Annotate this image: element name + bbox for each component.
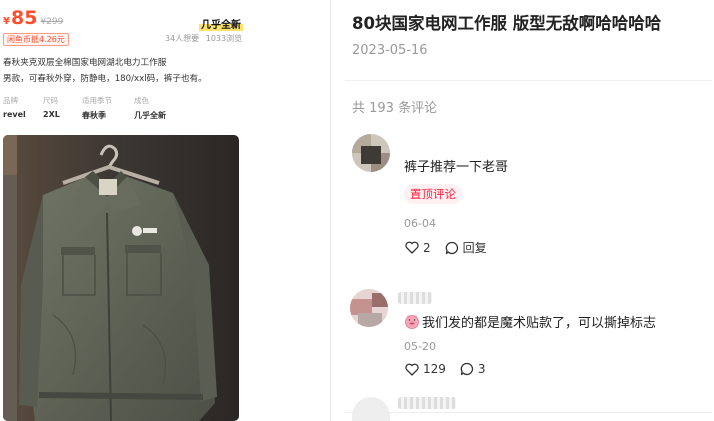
comment-bubble-icon: [460, 362, 473, 376]
attribute-row: 品牌 revel 尺码 2XL 适用季节 春秋季 成色 几乎全新: [3, 95, 243, 121]
like-button[interactable]: 2: [405, 241, 431, 255]
comment-date: 05-20: [404, 340, 436, 353]
post-title: 80块国家电网工作服 版型无敌啊哈哈哈哈: [352, 14, 662, 33]
comment-text-row: 我们发的都是魔术贴款了，可以撕掉标志: [404, 312, 656, 331]
like-count: 2: [423, 240, 431, 255]
attr-key: 适用季节: [82, 96, 112, 105]
reply-label: 回复: [462, 241, 487, 255]
comment-bubble-icon: [445, 241, 458, 254]
listing-desc-line2: 男款，可春秋外穿，防静电，180/xxl码，裤子也有。: [3, 74, 207, 84]
avatar-blurred-image: [350, 289, 388, 327]
attr-season: 适用季节 春秋季: [82, 95, 134, 121]
avatar-blurred-image: [352, 134, 390, 172]
attr-size: 尺码 2XL: [43, 95, 82, 121]
post-date: 2023-05-16: [352, 43, 428, 58]
divider: [345, 412, 712, 413]
listing-stats: 34人想要 1033浏览: [165, 33, 242, 44]
heart-icon: [405, 241, 419, 254]
panel-divider: [330, 0, 331, 421]
like-count: 129: [423, 362, 446, 376]
heart-icon: [405, 363, 419, 376]
comment-actions: 2 回复: [405, 239, 501, 256]
reply-count: 3: [477, 362, 486, 376]
attr-brand: 品牌 revel: [3, 95, 43, 121]
avatar[interactable]: [350, 289, 388, 327]
username-blurred[interactable]: [398, 292, 432, 304]
username-blurred[interactable]: [398, 397, 456, 409]
listing-panel: ¥ 85 ¥299 几乎全新 闲鱼币抵4.26元 34人想要 1033浏览 春秋…: [0, 0, 245, 421]
reply-button[interactable]: 3: [460, 362, 486, 376]
condition-label: 几乎全新: [199, 16, 243, 31]
attr-value: 春秋季: [82, 111, 106, 120]
comment-text: 我们发的都是魔术贴款了，可以撕掉标志: [422, 316, 657, 331]
comment-date: 06-04: [404, 217, 436, 230]
pig-emoji-icon: [405, 315, 419, 329]
avatar-partial[interactable]: [352, 397, 390, 421]
attr-key: 成色: [134, 96, 149, 105]
app-root: ¥ 85 ¥299 几乎全新 闲鱼币抵4.26元 34人想要 1033浏览 春秋…: [0, 0, 714, 421]
attr-value: 几乎全新: [134, 111, 166, 120]
listing-desc-line1: 春秋夹克双层全棉国家电网湖北电力工作服: [3, 58, 167, 68]
price: 85: [10, 7, 38, 29]
currency-symbol: ¥: [3, 16, 10, 27]
attr-key: 尺码: [43, 96, 58, 105]
price-row: ¥ 85 ¥299: [3, 8, 63, 28]
attr-value: revel: [3, 110, 26, 119]
jacket-illustration: [3, 135, 239, 421]
comment-actions: 129 3: [405, 362, 500, 376]
comment-count: 共 193 条评论: [352, 101, 438, 116]
attr-condition: 成色 几乎全新: [134, 95, 214, 121]
attr-key: 品牌: [3, 96, 18, 105]
like-button[interactable]: 129: [405, 362, 446, 376]
coin-deduct-tag: 闲鱼币抵4.26元: [3, 33, 69, 46]
comment-text: 裤子推荐一下老哥: [404, 160, 509, 175]
attr-value: 2XL: [43, 110, 60, 119]
wants-count: 34人想要: [165, 34, 200, 43]
pinned-comment-badge: 置顶评论: [404, 184, 462, 204]
views-count: 1033浏览: [205, 34, 243, 43]
jacket-photo[interactable]: [3, 135, 239, 421]
divider: [345, 80, 712, 81]
avatar[interactable]: [352, 134, 390, 172]
original-price: ¥299: [40, 17, 64, 27]
reply-button[interactable]: 回复: [445, 239, 487, 256]
